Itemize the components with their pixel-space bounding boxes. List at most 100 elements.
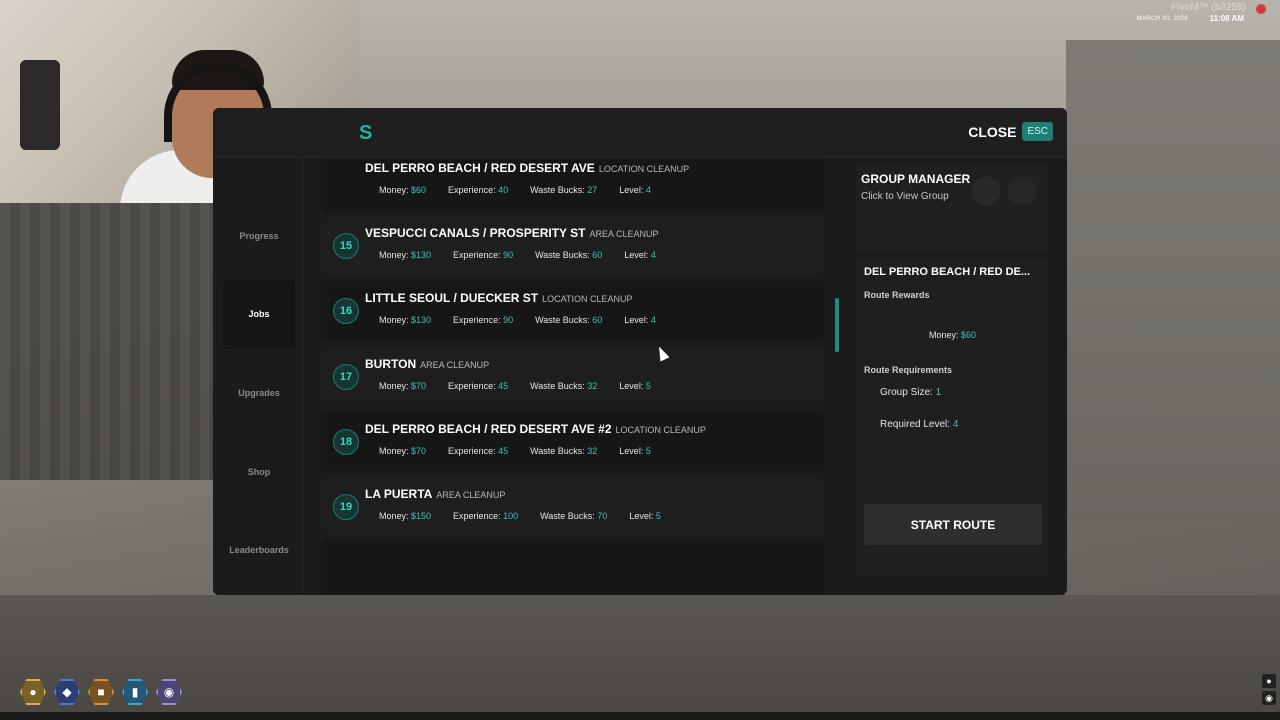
notification-dot-icon — [1256, 4, 1266, 14]
stat-waste-bucks: Waste Bucks: 60 — [535, 315, 602, 325]
sidebar-item-progress[interactable]: Progress — [223, 201, 295, 271]
route-requirements-heading: Route Requirements — [864, 365, 953, 375]
route-rewards-heading: Route Rewards — [864, 290, 930, 300]
stat-experience: Experience: 45 — [448, 446, 508, 456]
stat-experience: Experience: 90 — [453, 315, 513, 325]
job-list: DEL PERRO BEACH / RED DESERT AVE LOCATION… — [317, 159, 837, 595]
stat-value: 60 — [592, 250, 603, 260]
stat-value: $150 — [411, 511, 432, 521]
stat-value: 40 — [498, 185, 509, 195]
stress-icon: ◉ — [156, 679, 182, 705]
stat-value: 45 — [498, 381, 509, 391]
job-title-row: LITTLE SEOUL / DUECKER ST LOCATION CLEANU… — [365, 291, 632, 305]
stat-value: $130 — [411, 315, 432, 325]
stat-experience: Experience: 40 — [448, 185, 508, 195]
job-list-scrollbar[interactable] — [835, 298, 839, 352]
stat-waste-bucks: Waste Bucks: 32 — [530, 381, 597, 391]
job-title: BURTON — [365, 357, 417, 371]
job-title-row: VESPUCCI CANALS / PROSPERITY ST AREA CLEA… — [365, 226, 659, 240]
sidebar-item-leaderboards[interactable]: Leaderboards — [223, 515, 295, 585]
close-button[interactable]: CLOSE ESC — [968, 122, 1053, 141]
job-number-badge: 16 — [333, 298, 359, 324]
stat-label: Experience: — [448, 185, 499, 195]
server-label: FiveM™ (b3258) — [1171, 2, 1246, 13]
panel-header: S CLOSE ESC — [213, 108, 1067, 158]
sidebar-item-jobs[interactable]: Jobs — [223, 279, 295, 349]
reward-money-label: Money: — [929, 330, 962, 340]
job-title: VESPUCCI CANALS / PROSPERITY ST — [365, 226, 586, 240]
stat-value: 32 — [587, 446, 598, 456]
job-stats: Money: $70 Experience: 45 Waste Bucks: 3… — [379, 381, 673, 391]
group-subtitle: Click to View Group — [861, 191, 949, 202]
job-card[interactable] — [321, 542, 824, 595]
settings-icon: ◉ — [1262, 691, 1276, 705]
close-label: CLOSE — [968, 123, 1017, 140]
stat-money: Money: $130 — [379, 250, 431, 260]
start-route-button[interactable]: START ROUTE — [864, 504, 1042, 545]
sidebar-item-shop[interactable]: Shop — [223, 437, 295, 507]
stat-money: Money: $70 — [379, 381, 426, 391]
stat-label: Experience: — [448, 381, 499, 391]
stat-waste-bucks: Waste Bucks: 27 — [530, 185, 597, 195]
stat-label: Level: — [619, 381, 646, 391]
stat-label: Money: — [379, 185, 412, 195]
stat-value: 5 — [655, 511, 661, 521]
stat-level: Level: 4 — [624, 315, 656, 325]
job-menu-panel: S CLOSE ESC Progress Jobs Upgrades Shop … — [213, 108, 1067, 595]
stat-label: Level: — [619, 446, 646, 456]
job-card[interactable]: DEL PERRO BEACH / RED DESERT AVE LOCATION… — [321, 159, 824, 210]
stat-level: Level: 4 — [624, 250, 656, 260]
stat-label: Waste Bucks: — [535, 250, 593, 260]
job-number-badge: 15 — [333, 233, 359, 259]
stat-label: Level: — [629, 511, 656, 521]
job-stats: Money: $130 Experience: 90 Waste Bucks: … — [379, 250, 678, 260]
job-title-row: LA PUERTA AREA CLEANUP — [365, 487, 505, 501]
job-type: AREA CLEANUP — [589, 229, 659, 239]
stat-experience: Experience: 100 — [453, 511, 518, 521]
shipping-container-left — [0, 200, 215, 480]
job-type: LOCATION CLEANUP — [598, 164, 690, 174]
job-card[interactable]: 15 VESPUCCI CANALS / PROSPERITY ST AREA C… — [321, 216, 824, 275]
hud-time: 11:08 AM — [1209, 14, 1244, 23]
hud-date: MARCH 30, 2026 — [1136, 16, 1188, 22]
group-silhouette-icon — [959, 167, 1049, 247]
sidebar-item-upgrades[interactable]: Upgrades — [223, 358, 295, 428]
job-title: LA PUERTA — [365, 487, 433, 501]
stat-label: Waste Bucks: — [530, 185, 588, 195]
requirement-group-size: Group Size: 1 — [880, 387, 941, 398]
stat-value: 60 — [592, 315, 603, 325]
stat-waste-bucks: Waste Bucks: 70 — [540, 511, 607, 521]
stat-label: Level: — [624, 250, 651, 260]
stat-value: $70 — [411, 446, 427, 456]
stat-money: Money: $70 — [379, 446, 426, 456]
stat-experience: Experience: 45 — [448, 381, 508, 391]
group-manager-button[interactable]: GROUP MANAGER Click to View Group — [855, 163, 1049, 251]
job-card[interactable]: 18 DEL PERRO BEACH / RED DESERT AVE #2 LO… — [321, 412, 824, 471]
armor-shield-icon: ◆ — [54, 679, 80, 705]
job-card[interactable]: 19 LA PUERTA AREA CLEANUP Money: $150 Exp… — [321, 477, 824, 536]
job-number-badge: 18 — [333, 429, 359, 455]
status-hud: ● ◆ ■ ▮ ◉ — [20, 679, 182, 705]
job-type: LOCATION CLEANUP — [542, 294, 633, 304]
stat-value: 90 — [503, 250, 514, 260]
group-size-label: Group Size: — [880, 387, 936, 398]
stat-money: Money: $60 — [379, 185, 426, 195]
stat-value: 100 — [503, 511, 519, 521]
sidebar: Progress Jobs Upgrades Shop Leaderboards — [213, 159, 303, 595]
job-card[interactable]: 16 LITTLE SEOUL / DUECKER ST LOCATION CLE… — [321, 281, 824, 340]
job-stats: Money: $150 Experience: 100 Waste Bucks:… — [379, 511, 683, 521]
voice-icon: ● — [1262, 674, 1276, 688]
stat-label: Waste Bucks: — [540, 511, 598, 521]
job-number-badge: 17 — [333, 364, 359, 390]
thirst-icon: ▮ — [122, 679, 148, 705]
stat-value: 27 — [587, 185, 598, 195]
stat-waste-bucks: Waste Bucks: 60 — [535, 250, 602, 260]
stat-value: 70 — [597, 511, 608, 521]
bottom-bar — [0, 712, 1280, 720]
stat-label: Experience: — [453, 250, 504, 260]
stat-value: 4 — [650, 315, 656, 325]
stat-value: 90 — [503, 315, 514, 325]
job-card[interactable]: 17 BURTON AREA CLEANUP Money: $70 Experie… — [321, 347, 824, 406]
stat-label: Money: — [379, 381, 412, 391]
shipping-container-right — [1066, 40, 1280, 520]
